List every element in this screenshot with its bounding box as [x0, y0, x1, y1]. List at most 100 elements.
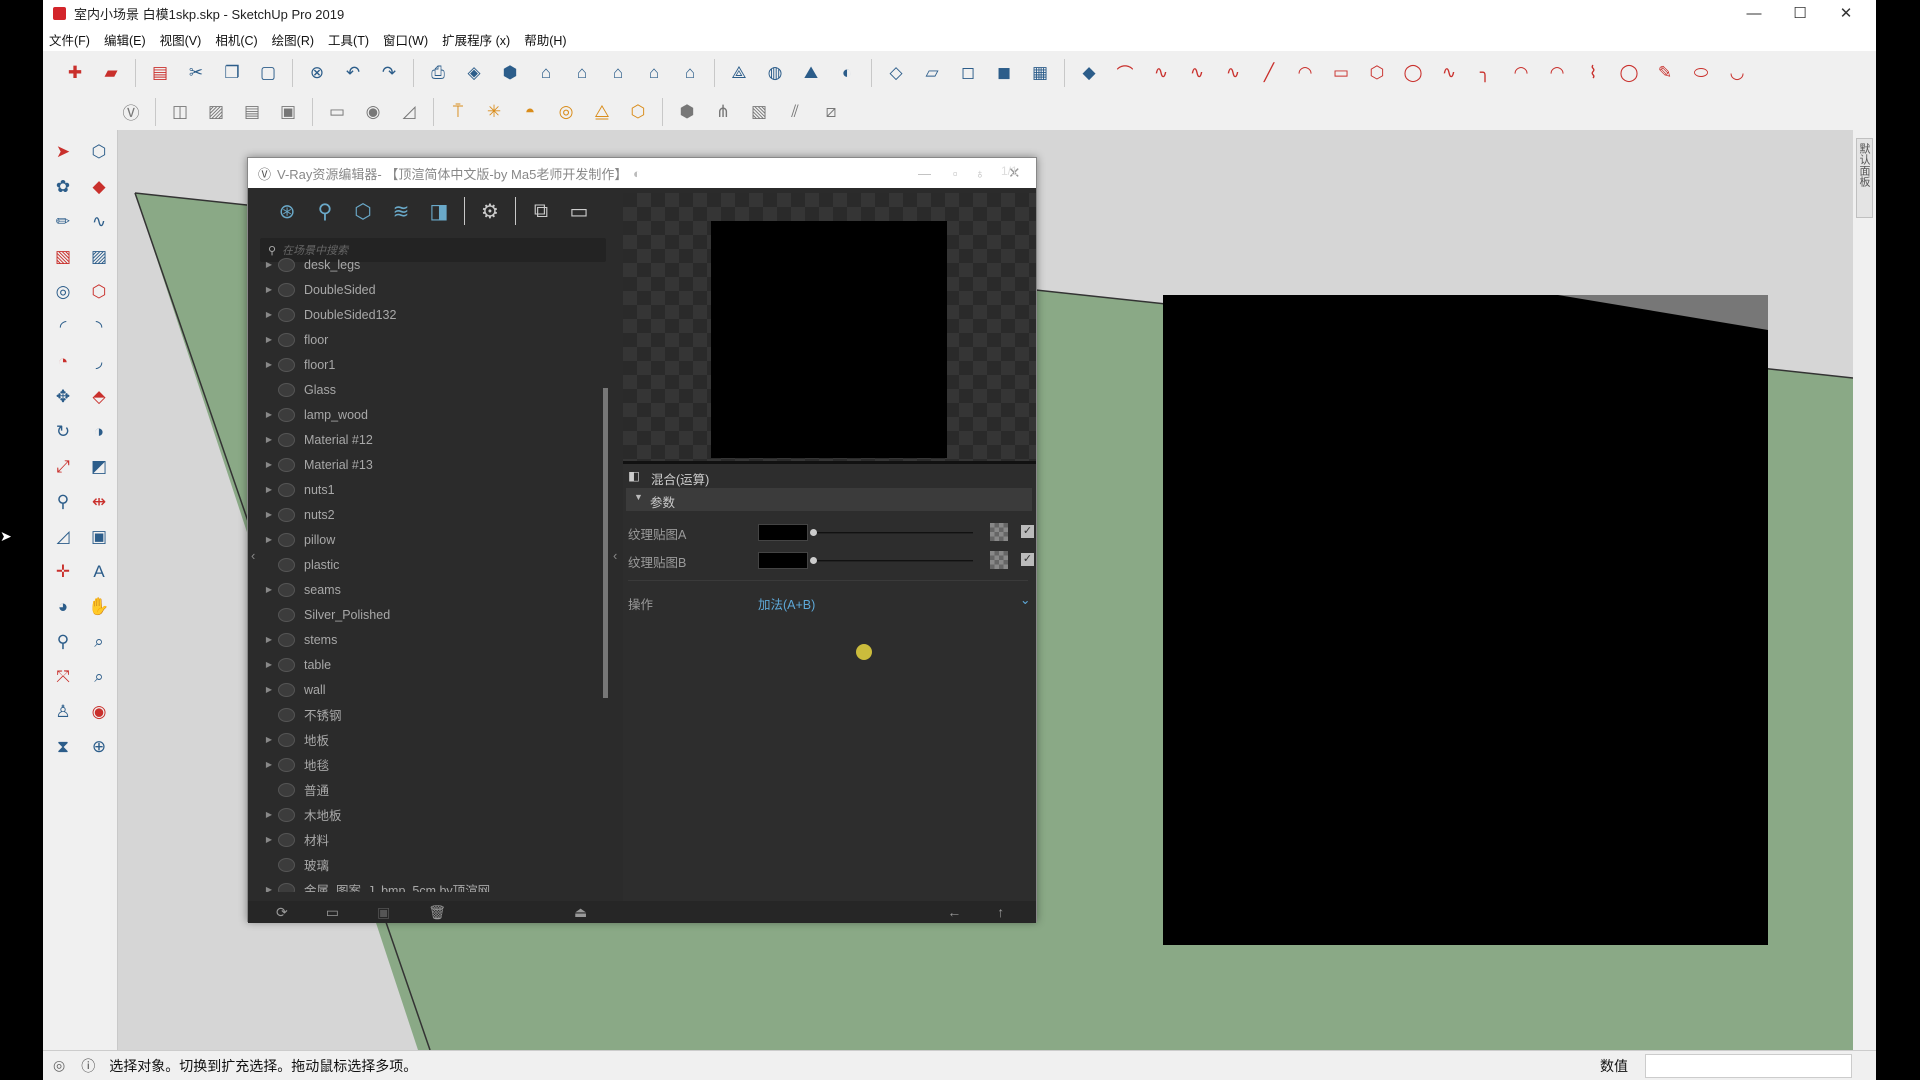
- circle2-icon[interactable]: ◯: [1616, 60, 1642, 86]
- expand-arrow-icon[interactable]: ▶: [260, 535, 278, 544]
- soften-icon[interactable]: ◐: [834, 60, 860, 86]
- expand-arrow-icon[interactable]: ▶: [260, 885, 278, 892]
- menu-5[interactable]: 工具(T): [328, 30, 369, 49]
- zoom-tool[interactable]: ⚲: [50, 629, 76, 655]
- rectangle-icon[interactable]: ▭: [1328, 60, 1354, 86]
- position-camera-tool[interactable]: ♙: [50, 699, 76, 725]
- select-tool[interactable]: ➤: [50, 139, 76, 165]
- material-item[interactable]: ▶ desk_legs: [260, 252, 606, 277]
- walk-tool[interactable]: ⧗: [50, 734, 76, 760]
- texture-a-swatch[interactable]: [758, 524, 808, 541]
- vray-fur-icon[interactable]: ⬡: [625, 99, 651, 125]
- texture-b-map-button[interactable]: [990, 551, 1008, 569]
- copy-icon[interactable]: ❐: [219, 60, 245, 86]
- back-view-icon[interactable]: ⌂: [641, 60, 667, 86]
- vray-logo-icon[interactable]: Ⓥ: [118, 99, 144, 125]
- purge-icon[interactable]: ⏏: [574, 904, 587, 921]
- rotated-rect-tool[interactable]: ▨: [86, 244, 112, 270]
- look-around-tool[interactable]: ◉: [86, 699, 112, 725]
- vray-plane-icon[interactable]: ⋔: [710, 99, 736, 125]
- circle-tool[interactable]: ◎: [50, 279, 76, 305]
- vray-light-spot-icon[interactable]: ◿: [396, 99, 422, 125]
- arc2-icon[interactable]: ◠: [1508, 60, 1534, 86]
- expand-arrow-icon[interactable]: ▶: [260, 585, 278, 594]
- vray-infinite-plane-icon[interactable]: ▧: [746, 99, 772, 125]
- expand-arrow-icon[interactable]: ▶: [260, 260, 278, 269]
- preview-scene-icon[interactable]: ♁: [975, 166, 985, 181]
- zoom-window-tool[interactable]: ⌕: [86, 629, 112, 655]
- expand-arrow-icon[interactable]: ▶: [260, 760, 278, 769]
- right-view-icon[interactable]: ⌂: [605, 60, 631, 86]
- scale-tool[interactable]: ⤢: [50, 454, 76, 480]
- chevron-down-icon[interactable]: ⌄: [1020, 592, 1030, 607]
- print-icon[interactable]: ⎙: [425, 60, 451, 86]
- vray-clipper-icon[interactable]: ⧄: [818, 99, 844, 125]
- bezier-icon[interactable]: ∿: [1184, 60, 1210, 86]
- left-view-icon[interactable]: ⌂: [677, 60, 703, 86]
- expand-arrow-icon[interactable]: ▶: [260, 435, 278, 444]
- material-item[interactable]: ▶ floor1: [260, 352, 606, 377]
- menu-4[interactable]: 绘图(R): [272, 30, 314, 49]
- vray-light-ies-icon[interactable]: ⍑: [445, 99, 471, 125]
- ellipse-icon[interactable]: ⬭: [1688, 60, 1714, 86]
- expand-arrow-icon[interactable]: ▶: [260, 410, 278, 419]
- materials-tab[interactable]: ⊛: [274, 198, 300, 224]
- measurements-input[interactable]: [1645, 1054, 1852, 1078]
- expand-arrow-icon[interactable]: ▶: [260, 485, 278, 494]
- material-item[interactable]: ▶ 材料: [260, 827, 606, 852]
- eraser-tool[interactable]: ◆: [86, 174, 112, 200]
- polyline-icon[interactable]: ⌇: [1580, 60, 1606, 86]
- section-plane-tool[interactable]: ⊕: [86, 734, 112, 760]
- previous-tool[interactable]: ⌕: [86, 664, 112, 690]
- back-arrow-icon[interactable]: ←: [947, 904, 961, 920]
- render-interactive-tab[interactable]: ⧉: [528, 198, 554, 224]
- vray-light-sphere-icon[interactable]: ◉: [360, 99, 386, 125]
- material-item[interactable]: ▶ Material #13: [260, 452, 606, 477]
- spline-icon[interactable]: ∿: [1436, 60, 1462, 86]
- close-button[interactable]: ✕: [1823, 0, 1869, 27]
- tape-measure-tool[interactable]: ⚲: [50, 489, 76, 515]
- menu-3[interactable]: 相机(C): [215, 30, 257, 49]
- shaded-icon[interactable]: ◼: [991, 60, 1017, 86]
- material-item[interactable]: ▶ nuts2: [260, 502, 606, 527]
- params-section-header[interactable]: ▼ 参数: [626, 488, 1032, 511]
- pan-tool[interactable]: ✋: [86, 594, 112, 620]
- redo-icon[interactable]: ↷: [376, 60, 402, 86]
- texture-a-checkbox[interactable]: ✓: [1021, 525, 1034, 538]
- operation-dropdown[interactable]: 加法(A+B): [758, 594, 815, 613]
- menu-8[interactable]: 帮助(H): [524, 30, 566, 49]
- vray-render-interactive-icon[interactable]: ▨: [203, 99, 229, 125]
- pie-tool[interactable]: ◔: [50, 349, 76, 375]
- menu-0[interactable]: 文件(F): [49, 30, 90, 49]
- save-icon[interactable]: ▣: [377, 904, 390, 921]
- texture-b-checkbox[interactable]: ✓: [1021, 553, 1034, 566]
- shadow-icon[interactable]: ◍: [762, 60, 788, 86]
- frame-buffer-tab[interactable]: ▭: [566, 198, 592, 224]
- two-point-arc-tool[interactable]: ◝: [86, 314, 112, 340]
- freehand-tool[interactable]: ∿: [86, 209, 112, 235]
- maximize-button[interactable]: ☐: [1777, 0, 1823, 27]
- material-item[interactable]: ▶ wall: [260, 677, 606, 702]
- dimension-tool[interactable]: ⇹: [86, 489, 112, 515]
- minimize-button[interactable]: —: [1731, 0, 1777, 27]
- settings-tab[interactable]: ⚙: [477, 198, 503, 224]
- material-item[interactable]: ▶ lamp_wood: [260, 402, 606, 427]
- expand-arrow-icon[interactable]: ▶: [260, 310, 278, 319]
- vray-light-omni-icon[interactable]: ✳: [481, 99, 507, 125]
- iso-view-icon[interactable]: ⬢: [497, 60, 523, 86]
- geo-icon[interactable]: ◎: [53, 1057, 65, 1074]
- textures-tab[interactable]: ◨: [426, 198, 452, 224]
- vray-grass-icon[interactable]: ⫽: [782, 99, 808, 125]
- material-item[interactable]: ▶ nuts1: [260, 477, 606, 502]
- material-item[interactable]: ▶ DoubleSided: [260, 277, 606, 302]
- circle-icon[interactable]: ◯: [1400, 60, 1426, 86]
- collapse-panel-icon[interactable]: ‹: [613, 548, 617, 563]
- top-view-icon[interactable]: ⌂: [533, 60, 559, 86]
- add-material-icon[interactable]: ⟳: [276, 904, 288, 921]
- make-component-tool[interactable]: ⬡: [86, 139, 112, 165]
- vray-mesh-light-icon[interactable]: ⬢: [674, 99, 700, 125]
- texture-b-swatch[interactable]: [758, 552, 808, 569]
- save-icon[interactable]: ▤: [147, 60, 173, 86]
- model-info-icon[interactable]: ◈: [461, 60, 487, 86]
- vray-proxy-icon[interactable]: ⧋: [589, 99, 615, 125]
